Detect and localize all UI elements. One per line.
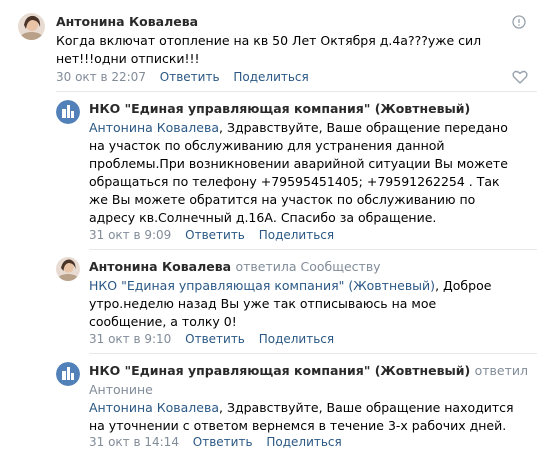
comment-text: Антонина Ковалева, Здравствуйте, Ваше об… [89,120,508,225]
avatar[interactable] [56,100,80,124]
like-icon[interactable] [512,70,528,84]
comment-text: НКО "Единая управляющая компания" (Жовтн… [89,278,492,329]
comment-date[interactable]: 31 окт в 9:09 [89,228,171,242]
mention-link[interactable]: НКО "Единая управляющая компания" (Жовтн… [89,278,435,293]
comment-date[interactable]: 30 окт в 22:07 [56,70,146,84]
share-link[interactable]: Поделиться [266,435,341,449]
comment-meta: 31 окт в 14:14 Ответить Поделиться [89,435,342,449]
reply-context: ответил [474,363,529,378]
reply-link[interactable]: Ответить [193,435,253,449]
divider [89,353,537,354]
more-icon[interactable] [512,15,526,29]
comment-date[interactable]: 31 окт в 9:10 [89,332,171,346]
user-photo [18,13,45,40]
reply-link[interactable]: Ответить [185,228,245,242]
divider [56,91,537,92]
reply-context: ответила Сообществу [235,259,381,274]
comment-author[interactable]: НКО "Единая управляющая компания" (Жовтн… [89,101,470,116]
reply-link[interactable]: Ответить [185,332,245,346]
divider [89,249,537,250]
comment-meta: 31 окт в 9:09 Ответить Поделиться [89,228,334,242]
comment-author[interactable]: НКО "Единая управляющая компания" (Жовтн… [89,363,528,378]
comment-text: Когда включат отопление на кв 50 Лет Окт… [56,33,482,66]
comment-author[interactable]: Антонина Ковалева ответила Сообществу [89,259,381,274]
avatar[interactable] [56,362,80,386]
avatar[interactable] [56,257,80,281]
share-link[interactable]: Поделиться [233,70,308,84]
mention-link[interactable]: Антонина Ковалева [89,120,219,135]
reply-to[interactable]: Антонине [89,381,153,399]
comment-meta: 30 окт в 22:07 Ответить Поделиться [56,70,309,84]
comment-author[interactable]: Антонина Ковалева [56,14,198,29]
comment-date[interactable]: 31 окт в 14:14 [89,435,179,449]
user-photo [56,257,80,281]
share-link[interactable]: Поделиться [259,332,334,346]
avatar[interactable] [18,13,45,40]
comment-text: Антонина Ковалева, Здравствуйте, Ваше об… [89,400,514,433]
org-logo-icon [56,100,80,124]
reply-link[interactable]: Ответить [160,70,220,84]
share-link[interactable]: Поделиться [259,228,334,242]
org-logo-icon [56,362,80,386]
comment-meta: 31 окт в 9:10 Ответить Поделиться [89,332,334,346]
mention-link[interactable]: Антонина Ковалева [89,400,219,415]
